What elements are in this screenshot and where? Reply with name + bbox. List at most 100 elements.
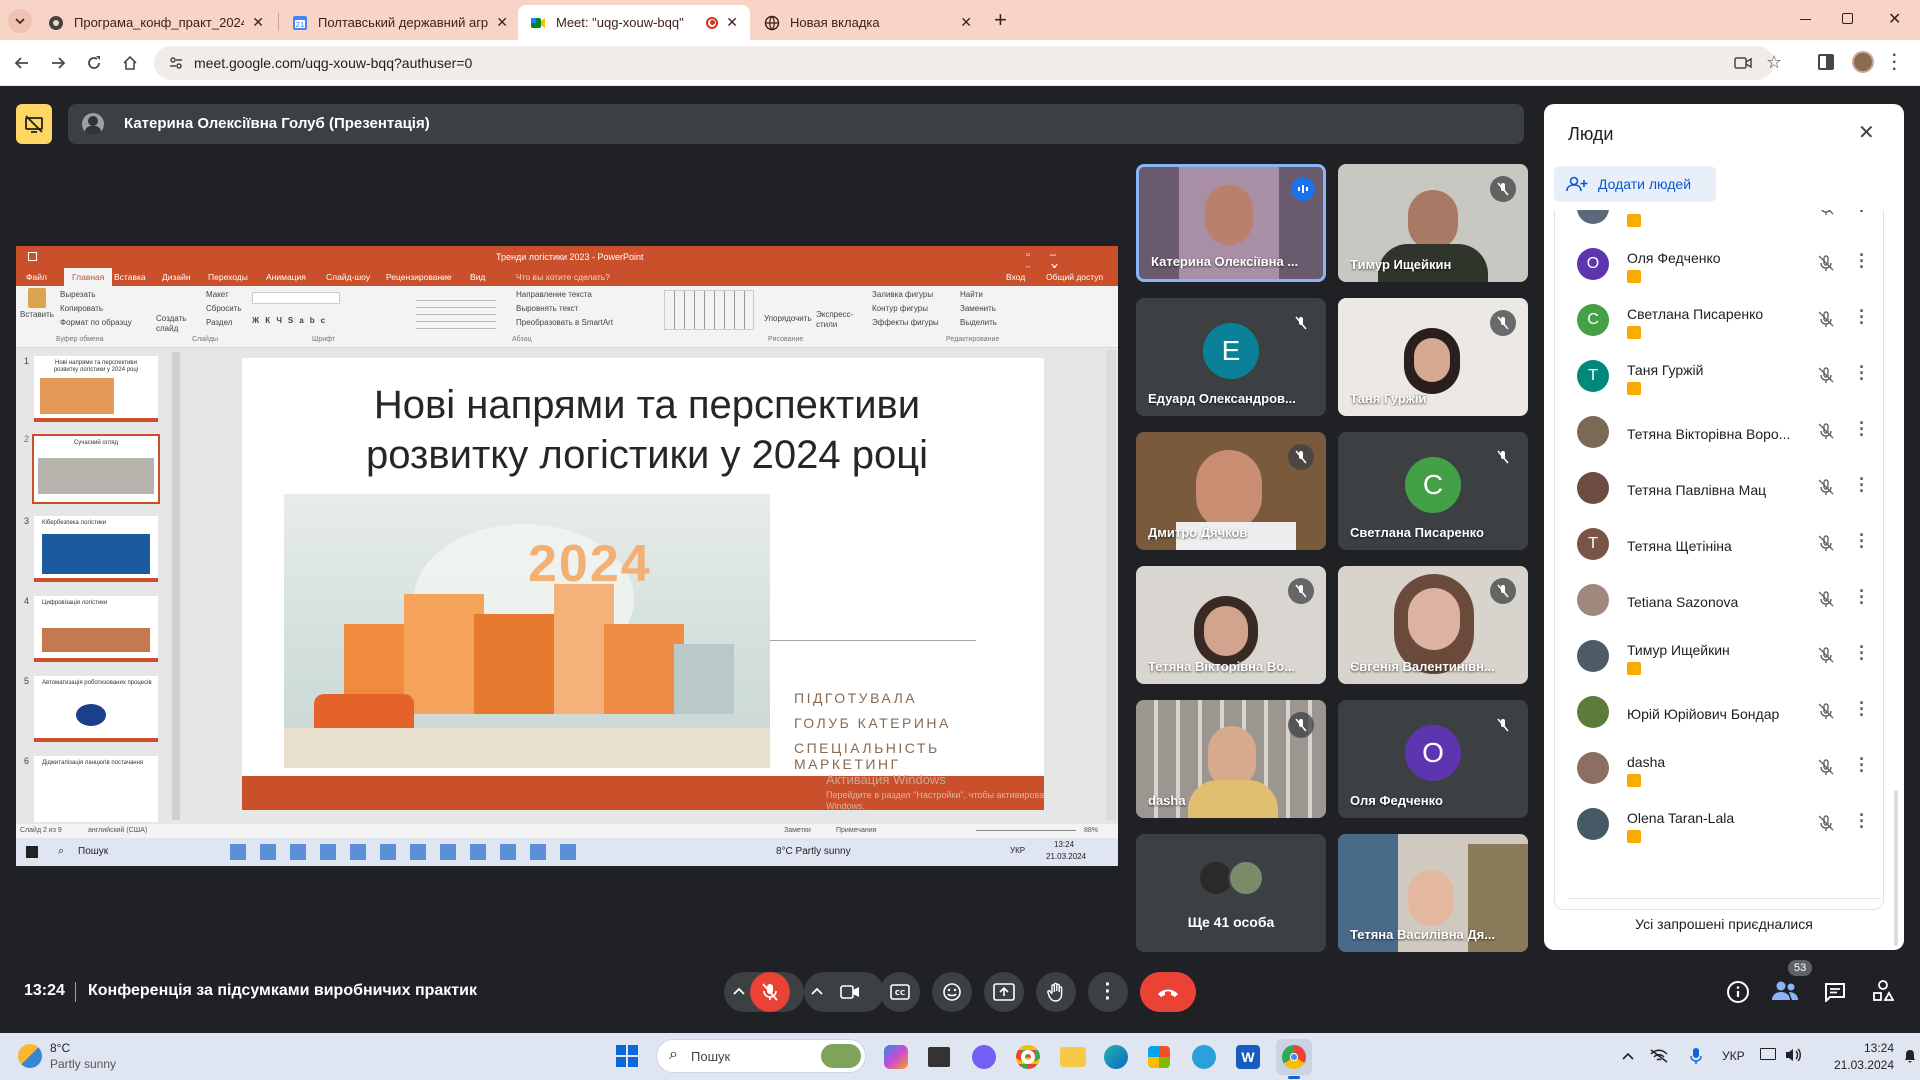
- minimize-button[interactable]: [1800, 19, 1811, 20]
- participant-row[interactable]: Olena Taran-Lala · · ·: [1577, 796, 1883, 852]
- more-options-icon[interactable]: ···: [1859, 694, 1865, 724]
- side-panel-icon[interactable]: [1818, 54, 1834, 70]
- raise-hand-button[interactable]: [1036, 972, 1076, 1012]
- more-options-icon[interactable]: ···: [1859, 806, 1865, 836]
- participant-row[interactable]: Т Тетяна Щетініна · · ·: [1577, 516, 1883, 572]
- tray-chevron-icon[interactable]: [1622, 1051, 1634, 1061]
- more-options-icon[interactable]: ···: [1859, 302, 1865, 332]
- taskbar-search[interactable]: ⌕ Пошук: [656, 1039, 866, 1073]
- more-options-icon[interactable]: ···: [1859, 414, 1865, 444]
- more-options-icon[interactable]: ···: [1859, 210, 1865, 220]
- mic-off-icon[interactable]: [1817, 702, 1835, 720]
- more-options-icon[interactable]: ···: [1859, 638, 1865, 668]
- participant-row[interactable]: Tetiana Sazonova · · ·: [1577, 572, 1883, 628]
- participant-row[interactable]: ···: [1577, 210, 1883, 236]
- app-word-icon[interactable]: W: [1236, 1045, 1260, 1069]
- omnibox[interactable]: meet.google.com/uqg-xouw-bqq?authuser=0 …: [154, 46, 1782, 80]
- chevron-up-icon[interactable]: [810, 984, 824, 998]
- tile-tetyana-v[interactable]: Тетяна Вікторівна Во...: [1136, 566, 1326, 684]
- app-chrome-active-icon[interactable]: [1276, 1039, 1312, 1075]
- add-people-button[interactable]: Додати людей: [1554, 166, 1716, 202]
- app-telegram-icon[interactable]: [1192, 1045, 1216, 1069]
- back-button[interactable]: [9, 50, 35, 76]
- start-button[interactable]: [616, 1045, 638, 1067]
- more-options-icon[interactable]: ···: [1859, 526, 1865, 556]
- people-button[interactable]: [1772, 980, 1798, 1002]
- present-button[interactable]: [984, 972, 1024, 1012]
- tab-poltava[interactable]: 21 Полтавський державний агра ✕: [280, 5, 520, 40]
- more-options-icon[interactable]: ···: [1859, 470, 1865, 500]
- mic-off-icon[interactable]: [1817, 590, 1835, 608]
- app-copilot-icon[interactable]: [884, 1045, 908, 1069]
- participant-row[interactable]: Тетяна Вікторівна Воро... · · ·: [1577, 404, 1883, 460]
- tile-eduard[interactable]: Е Едуард Олександров...: [1136, 298, 1326, 416]
- camera-blocked-icon[interactable]: [1734, 56, 1752, 70]
- leave-call-button[interactable]: [1140, 972, 1196, 1012]
- tile-olya[interactable]: О Оля Федченко: [1338, 700, 1528, 818]
- display-icon[interactable]: [1760, 1048, 1776, 1060]
- tab-new-tab[interactable]: Новая вкладка ✕: [752, 5, 984, 40]
- mic-tray-icon[interactable]: [1690, 1047, 1702, 1065]
- mic-off-icon[interactable]: [1817, 758, 1835, 776]
- stop-presenting-icon[interactable]: [16, 104, 52, 144]
- tile-tanya[interactable]: Таня Гуржій: [1338, 298, 1528, 416]
- close-window-button[interactable]: ✕: [1888, 9, 1901, 29]
- close-icon[interactable]: ✕: [496, 14, 508, 31]
- reload-button[interactable]: [81, 50, 107, 76]
- close-icon[interactable]: ✕: [960, 14, 972, 31]
- close-icon[interactable]: ✕: [252, 14, 264, 31]
- mic-off-icon[interactable]: [1817, 366, 1835, 384]
- browser-menu-icon[interactable]: · · ·: [1892, 48, 1897, 78]
- meeting-info-button[interactable]: [1726, 980, 1750, 1004]
- tile-tetyana-d[interactable]: Тетяна Василівна Дя...: [1338, 834, 1528, 952]
- tile-dasha[interactable]: dasha: [1136, 700, 1326, 818]
- participant-row[interactable]: Тимур Ищейкин · · ·: [1577, 628, 1883, 684]
- mic-off-icon[interactable]: [1817, 814, 1835, 832]
- app-chrome-icon[interactable]: [1016, 1045, 1040, 1069]
- participant-row[interactable]: О Оля Федченко · · ·: [1577, 236, 1883, 292]
- panel-scrollbar[interactable]: [1894, 790, 1898, 946]
- taskbar-lang[interactable]: УКР: [1722, 1049, 1745, 1063]
- weather-icon[interactable]: [18, 1044, 42, 1068]
- close-icon[interactable]: ✕: [726, 14, 738, 31]
- app-files-icon[interactable]: [928, 1047, 950, 1067]
- more-options-icon[interactable]: ···: [1859, 358, 1865, 388]
- activities-button[interactable]: [1872, 980, 1894, 1002]
- participant-row[interactable]: Тетяна Павлівна Мац · · ·: [1577, 460, 1883, 516]
- tile-dmytro[interactable]: Дмитро Дячков: [1136, 432, 1326, 550]
- tab-meet[interactable]: Meet: "uqg-xouw-bqq" ✕: [518, 5, 750, 40]
- profile-avatar[interactable]: [1852, 51, 1874, 73]
- emoji-button[interactable]: [932, 972, 972, 1012]
- chat-button[interactable]: [1824, 982, 1846, 1002]
- more-options-icon[interactable]: ···: [1859, 750, 1865, 780]
- app-explorer-icon[interactable]: [1060, 1047, 1086, 1067]
- bookmark-star-icon[interactable]: ☆: [1766, 52, 1782, 73]
- tile-svetlana[interactable]: С Светлана Писаренко: [1338, 432, 1528, 550]
- chevron-up-icon[interactable]: [732, 984, 746, 998]
- taskbar-date[interactable]: 21.03.2024: [1830, 1058, 1894, 1072]
- tile-timur[interactable]: Тимур Ищейкин: [1338, 164, 1528, 282]
- mic-off-icon[interactable]: [1817, 210, 1835, 216]
- more-options-icon[interactable]: ···: [1859, 582, 1865, 612]
- more-options-button[interactable]: · · ·: [1088, 972, 1128, 1012]
- participant-row[interactable]: dasha · · ·: [1577, 740, 1883, 796]
- mic-off-icon[interactable]: [1817, 478, 1835, 496]
- participant-row[interactable]: Юрій Юрійович Бондар · · ·: [1577, 684, 1883, 740]
- mic-off-icon[interactable]: [1817, 646, 1835, 664]
- participant-row[interactable]: Т Таня Гуржій · · ·: [1577, 348, 1883, 404]
- close-panel-button[interactable]: ✕: [1858, 120, 1875, 145]
- notifications-icon[interactable]: [1904, 1049, 1916, 1063]
- site-info-icon[interactable]: [168, 55, 184, 71]
- forward-button[interactable]: [45, 50, 71, 76]
- mic-off-icon[interactable]: [1817, 422, 1835, 440]
- mic-off-icon[interactable]: [1817, 254, 1835, 272]
- mic-off-icon[interactable]: [1817, 310, 1835, 328]
- taskbar-time[interactable]: 13:24: [1834, 1041, 1894, 1055]
- app-edge-icon[interactable]: [1104, 1045, 1128, 1069]
- url-text[interactable]: meet.google.com/uqg-xouw-bqq?authuser=0: [194, 55, 472, 71]
- tile-katerina[interactable]: Катерина Олексіївна ...: [1136, 164, 1326, 282]
- camera-toggle-button[interactable]: [830, 972, 870, 1012]
- volume-icon[interactable]: [1784, 1047, 1802, 1063]
- more-options-icon[interactable]: ···: [1859, 246, 1865, 276]
- home-button[interactable]: [117, 50, 143, 76]
